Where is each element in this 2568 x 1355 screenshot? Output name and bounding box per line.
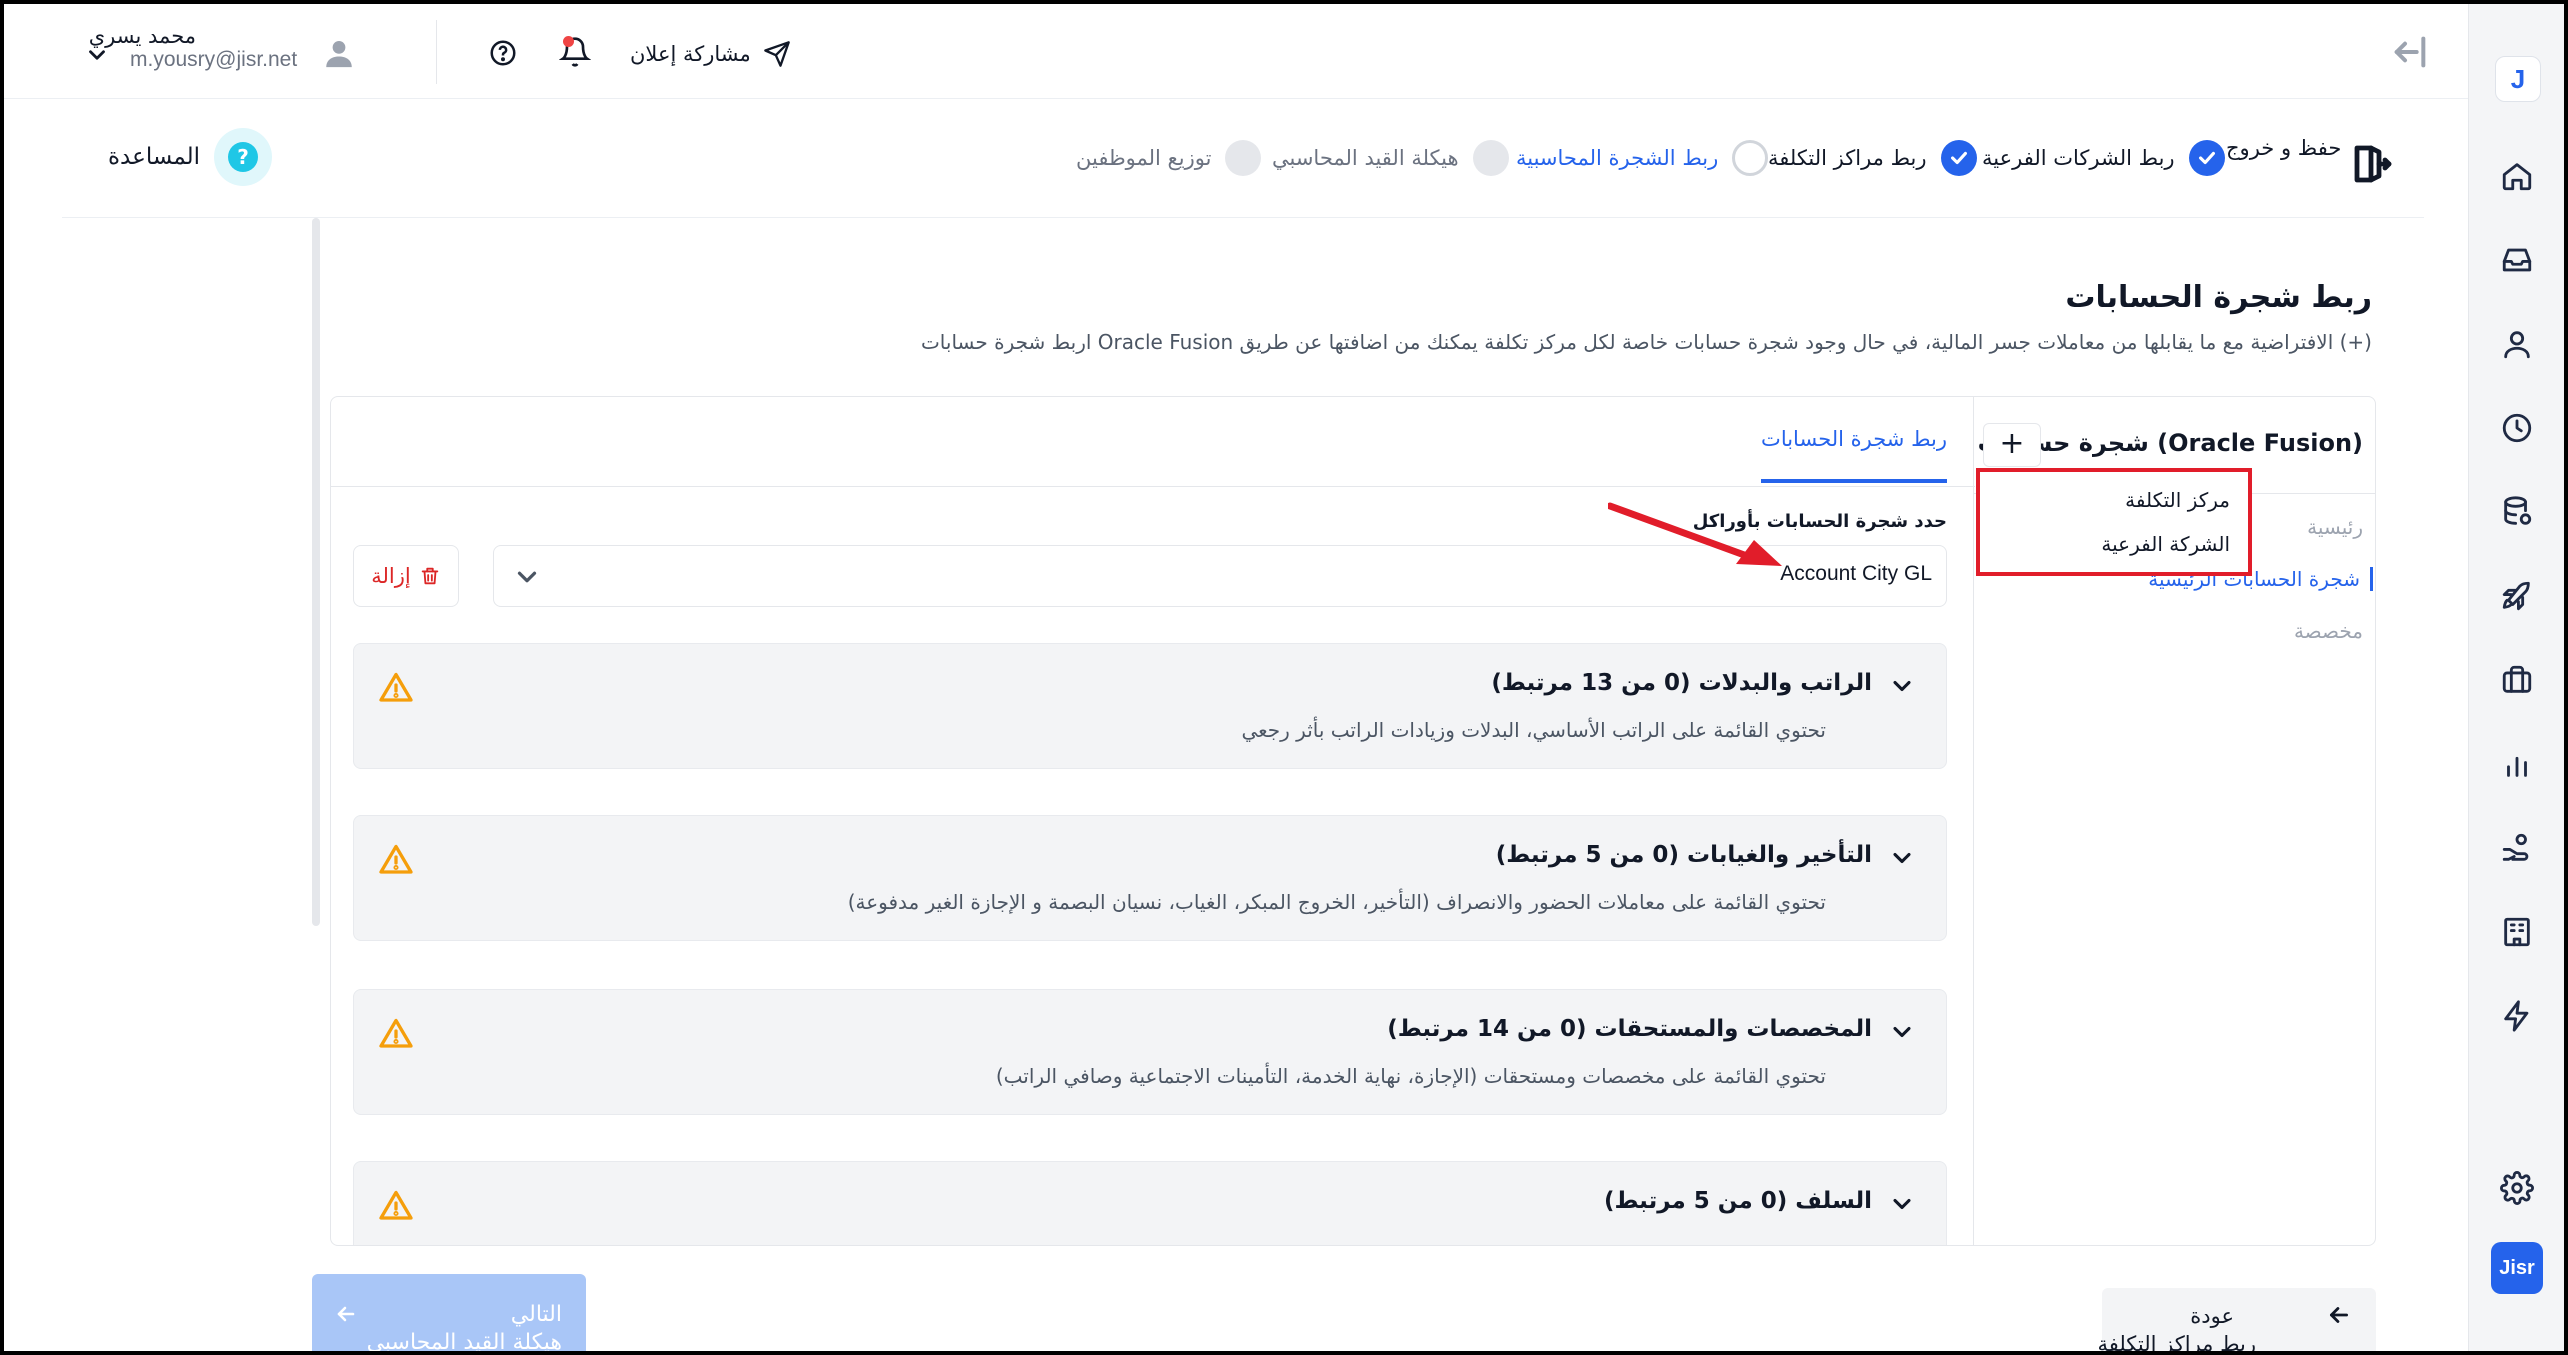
- page-title: ربط شجرة الحسابات: [2065, 280, 2372, 315]
- save-exit-label: حفظ و خروج: [2226, 136, 2342, 160]
- wizard-stepper: حفظ و خروج ربط الشركات الفرعية ربط مراكز…: [62, 100, 2424, 218]
- page-subtitle: اربط شجرة حسابات Oracle Fusion الافتراضي…: [920, 330, 2372, 354]
- warning-icon: [378, 842, 414, 878]
- back-label: عودة: [2190, 1304, 2234, 1328]
- exit-door-icon: [2354, 145, 2392, 183]
- accordion-title: التأخير والغيابات (0 من 5 مرتبط): [1495, 842, 1872, 868]
- check-icon: [1940, 140, 1977, 176]
- avatar[interactable]: [322, 36, 356, 70]
- hand-coin-icon[interactable]: [2497, 828, 2537, 868]
- tab-account-mapping[interactable]: ربط شجرة الحسابات: [1761, 427, 1947, 483]
- save-exit-button[interactable]: حفظ و خروج: [2226, 136, 2393, 188]
- accordion-delays-absences[interactable]: التأخير والغيابات (0 من 5 مرتبط) تحتوي ا…: [353, 815, 1947, 941]
- step-cost-centers[interactable]: ربط مراكز التكلفة: [1768, 140, 1977, 176]
- send-icon: [763, 41, 790, 67]
- next-label: التالي: [510, 1302, 562, 1327]
- tree-group-custom: مخصصة: [2293, 619, 2363, 643]
- arrow-left-icon: [2326, 1302, 2352, 1328]
- step-employee-distribution[interactable]: توزيع الموظفين: [1076, 140, 1262, 176]
- next-button[interactable]: التالي هيكلة القيد المحاسبي: [312, 1274, 586, 1351]
- briefcase-icon[interactable]: [2497, 660, 2537, 700]
- chart-icon[interactable]: [2497, 744, 2537, 784]
- arrow-left-icon: [334, 1302, 358, 1326]
- brand-logo[interactable]: Jisr: [2491, 1242, 2543, 1294]
- accordion-description: تحتوي القائمة على الراتب الأساسي، البدلا…: [1241, 718, 1826, 742]
- back-step-name: ربط مراكز التكلفة: [2097, 1332, 2256, 1351]
- warning-icon: [378, 1188, 414, 1224]
- accordion-title: السلف (0 من 5 مرتبط): [1604, 1188, 1872, 1214]
- top-bar: مشاركة إعلان محمد يسري m.yousry@jisr.net: [4, 4, 2468, 99]
- chevron-down-icon: [1888, 672, 1916, 700]
- warning-icon: [378, 1016, 414, 1052]
- trash-icon: [421, 567, 438, 585]
- collapse-sidebar-icon[interactable]: [2390, 32, 2430, 72]
- next-step-name: هيكلة القيد المحاسبي: [366, 1330, 562, 1351]
- chevron-down-icon: [1888, 1190, 1916, 1218]
- help-button[interactable]: المساعدة ?: [108, 128, 273, 186]
- accordion-advances[interactable]: السلف (0 من 5 مرتبط): [353, 1161, 1947, 1245]
- add-tree-popup-menu: مركز التكلفة الشركة الفرعية: [1976, 468, 2252, 576]
- user-email: m.yousry@jisr.net: [130, 48, 298, 71]
- settings-icon[interactable]: [2497, 1168, 2537, 1208]
- step-journal-structure[interactable]: هيكلة القيد المحاسبي: [1272, 140, 1509, 176]
- app-frame: J Jisr مشاركة إعلان محمد يسري m.yousry@j…: [4, 4, 2564, 1351]
- tab-bar: ربط شجرة الحسابات: [331, 397, 1975, 487]
- step-label: ربط الشركات الفرعية: [1982, 146, 2175, 170]
- menu-item-cost-center[interactable]: مركز التكلفة: [2125, 488, 2230, 512]
- warning-icon: [378, 670, 414, 706]
- icon-sidebar: J Jisr: [2468, 4, 2564, 1351]
- remove-label: إزالة: [371, 564, 411, 588]
- check-icon: [2188, 140, 2225, 176]
- chevron-down-icon: [1888, 1018, 1916, 1046]
- home-icon[interactable]: [2497, 156, 2537, 196]
- share-announcement-button[interactable]: مشاركة إعلان: [630, 34, 791, 74]
- clock-icon[interactable]: [2497, 408, 2537, 448]
- accordion-description: تحتوي القائمة على معاملات الحضور والانصر…: [847, 890, 1826, 914]
- step-label: ربط مراكز التكلفة: [1768, 146, 1927, 170]
- accordion-title: الراتب والبدلات (0 من 13 مرتبط): [1491, 670, 1872, 696]
- chevron-down-icon[interactable]: [84, 42, 110, 68]
- question-icon: ?: [214, 128, 273, 186]
- step-label: هيكلة القيد المحاسبي: [1272, 146, 1459, 170]
- share-label: مشاركة إعلان: [630, 42, 751, 66]
- rocket-icon[interactable]: [2497, 576, 2537, 616]
- bolt-icon[interactable]: [2497, 996, 2537, 1036]
- chevron-down-icon: [512, 562, 542, 592]
- database-icon[interactable]: [2497, 492, 2537, 532]
- step-pending-indicator: [1225, 140, 1262, 176]
- accordion-salary[interactable]: الراتب والبدلات (0 من 13 مرتبط) تحتوي ال…: [353, 643, 1947, 769]
- scrollbar[interactable]: [312, 218, 320, 926]
- help-icon[interactable]: [488, 38, 518, 68]
- remove-button[interactable]: إزالة: [353, 545, 459, 607]
- header-divider: [436, 20, 437, 84]
- add-tree-button[interactable]: +: [1983, 423, 2041, 467]
- app-logo[interactable]: J: [2495, 56, 2541, 102]
- help-label: المساعدة: [108, 144, 201, 170]
- back-button[interactable]: عودة ربط مراكز التكلفة: [2097, 1288, 2376, 1351]
- inbox-icon[interactable]: [2497, 240, 2537, 280]
- step-label: ربط الشجرة المحاسبية: [1516, 146, 1719, 170]
- annotation-arrow: [1608, 502, 1782, 566]
- select-value: Account City GL: [1780, 562, 1932, 585]
- accordion-provisions[interactable]: المخصصات والمستحقات (0 من 14 مرتبط) تحتو…: [353, 989, 1947, 1115]
- accordion-title: المخصصات والمستحقات (0 من 14 مرتبط): [1387, 1016, 1872, 1042]
- user-icon[interactable]: [2497, 324, 2537, 364]
- notifications-bell-icon[interactable]: [558, 36, 592, 68]
- step-current-indicator: [1732, 140, 1769, 176]
- menu-item-subsidiary[interactable]: الشركة الفرعية: [2101, 532, 2230, 556]
- tree-group-main: رئيسية: [2307, 515, 2363, 539]
- step-pending-indicator: [1472, 140, 1509, 176]
- step-subsidiaries[interactable]: ربط الشركات الفرعية: [1982, 140, 2225, 176]
- chevron-down-icon: [1888, 844, 1916, 872]
- step-label: توزيع الموظفين: [1076, 146, 1212, 170]
- building-icon[interactable]: [2497, 912, 2537, 952]
- step-chart-of-accounts[interactable]: ربط الشجرة المحاسبية: [1516, 140, 1769, 176]
- notification-dot: [563, 36, 574, 47]
- accordion-description: تحتوي القائمة على مخصصات ومستحقات (الإجا…: [995, 1064, 1826, 1088]
